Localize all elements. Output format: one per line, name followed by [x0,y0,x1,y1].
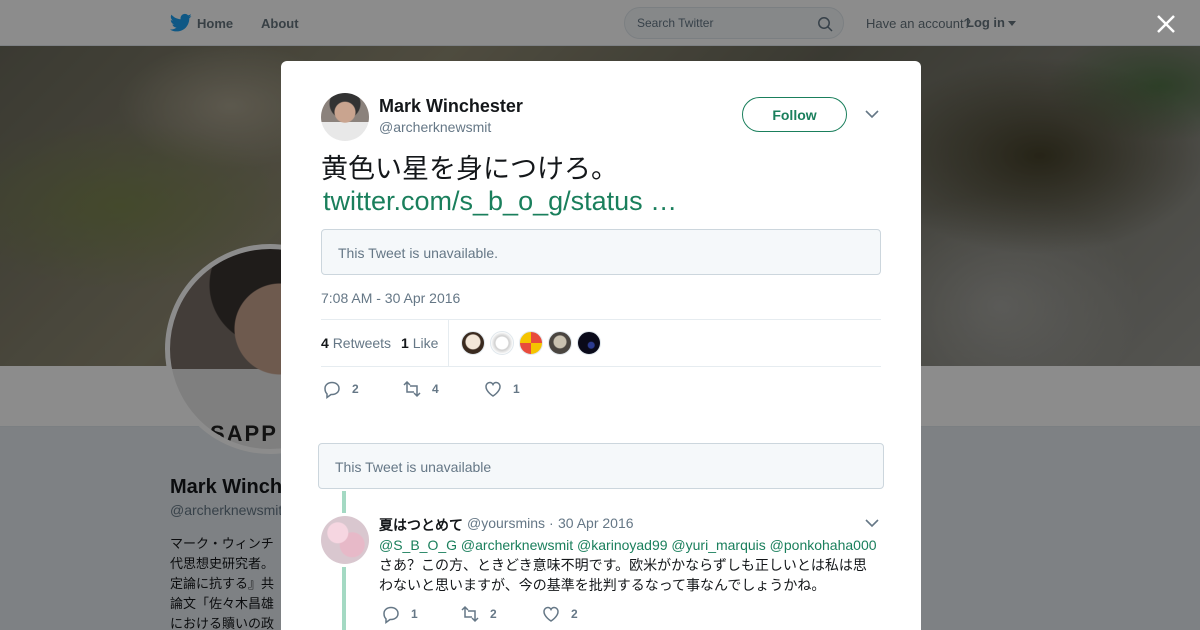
reply-retweet-count: 2 [490,607,497,621]
quoted-tweet-unavailable: This Tweet is unavailable. [321,229,881,275]
tweet-link[interactable]: twitter.com/s_b_o_g/status … [323,185,677,217]
tweet-modal: Mark Winchester @archerknewsmit Follow 黄… [281,61,921,630]
heart-icon [543,606,559,622]
chevron-down-icon[interactable] [865,109,879,119]
like-count: 1 [401,335,409,351]
retweet-stat[interactable]: 4 Retweets [321,335,391,351]
tweet-text: 黄色い星を身につけろ。 [321,154,618,184]
retweet-icon [403,380,421,398]
tweet-timestamp[interactable]: 7:08 AM - 30 Apr 2016 [321,290,460,306]
chevron-down-icon[interactable] [865,518,879,528]
heart-icon [485,381,501,397]
reply-text: さあ？この方、ときどき意味不明です。欧米がかならずしも正しいとは私は思わないと思… [379,557,867,593]
retweet-count: 4 [321,335,329,351]
retweet-icon [461,605,479,623]
retweet-stat-label: Retweets [332,335,392,351]
thread-tweet-unavailable: This Tweet is unavailable [318,443,884,489]
reply-count: 2 [352,382,359,396]
retweeter-avatar[interactable] [548,331,572,355]
thread-line [342,491,346,513]
quote-unavailable-text: This Tweet is unavailable. [338,245,499,261]
thread-unavailable-text: This Tweet is unavailable [335,459,492,475]
reply-like-count: 2 [571,607,578,621]
like-stat[interactable]: 1 Like [401,335,438,351]
thread-line [342,567,346,630]
retweet-count-action: 4 [432,382,439,396]
reply-icon [324,381,340,399]
tweet-stats: 4 Retweets 1 Like [321,319,881,367]
reply-author-name[interactable]: 夏はつとめて [379,515,463,535]
reply-icon [383,606,399,624]
retweeter-avatar[interactable] [490,331,514,355]
close-icon[interactable] [1155,13,1177,35]
liker-avatar[interactable] [577,331,601,355]
reply-date[interactable]: 30 Apr 2016 [558,515,634,531]
reply-reply-count: 1 [411,607,418,621]
like-stat-label: Like [412,335,439,351]
reply-separator: · [549,515,554,531]
follow-button[interactable]: Follow [742,97,847,132]
reply-author-handle[interactable]: @yoursmins [467,515,545,531]
author-handle[interactable]: @archerknewsmit [379,119,491,135]
author-name[interactable]: Mark Winchester [379,96,523,117]
stats-divider [448,320,449,367]
retweeter-avatar[interactable] [461,331,485,355]
reply-mentions[interactable]: @S_B_O_G @archerknewsmit @karinoyad99 @y… [379,535,877,555]
like-count-action: 1 [513,382,520,396]
retweeter-avatar[interactable] [519,331,543,355]
reply-avatar[interactable] [321,516,369,564]
author-avatar[interactable] [321,93,369,141]
